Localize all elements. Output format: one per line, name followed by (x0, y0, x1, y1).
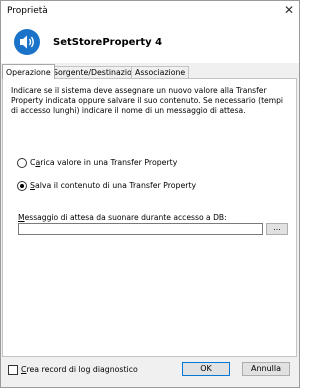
properties-dialog: Proprietà ✕ SetStoreProperty 4 Operazion… (0, 0, 300, 388)
title-bar[interactable]: Proprietà ✕ (1, 1, 299, 21)
close-button[interactable]: ✕ (279, 1, 299, 21)
tab-strip: Operazione Sorgente/Destinazione Associa… (1, 64, 299, 79)
header-panel: SetStoreProperty 4 (1, 21, 299, 63)
ok-button[interactable]: OK (182, 362, 230, 376)
cancel-button[interactable]: Annulla (242, 362, 290, 376)
speaker-icon (14, 29, 40, 55)
wait-message-label: Messaggio di attesa da suonare durante a… (18, 213, 227, 222)
browse-button[interactable]: ... (266, 223, 288, 235)
tab-panel-operazione: Indicare se il sistema deve assegnare un… (2, 78, 297, 357)
radio-load-button[interactable] (17, 158, 27, 168)
header-title: SetStoreProperty 4 (53, 37, 163, 48)
radio-selected-dot (20, 184, 24, 188)
log-checkbox-label: Crea record di log diagnostico (21, 365, 138, 374)
radio-load-label: Carica valore in una Transfer Property (30, 158, 178, 167)
window-title: Proprietà (7, 6, 48, 16)
operation-description: Indicare se il sistema deve assegnare un… (11, 86, 284, 115)
radio-save-button[interactable] (17, 181, 27, 191)
log-checkbox[interactable] (8, 365, 18, 375)
radio-save-label: Salva il contenuto di una Transfer Prope… (30, 181, 197, 190)
tab-associazione[interactable]: Associazione (131, 66, 190, 78)
tab-operazione[interactable]: Operazione (2, 64, 55, 79)
wait-message-input[interactable] (18, 223, 263, 235)
